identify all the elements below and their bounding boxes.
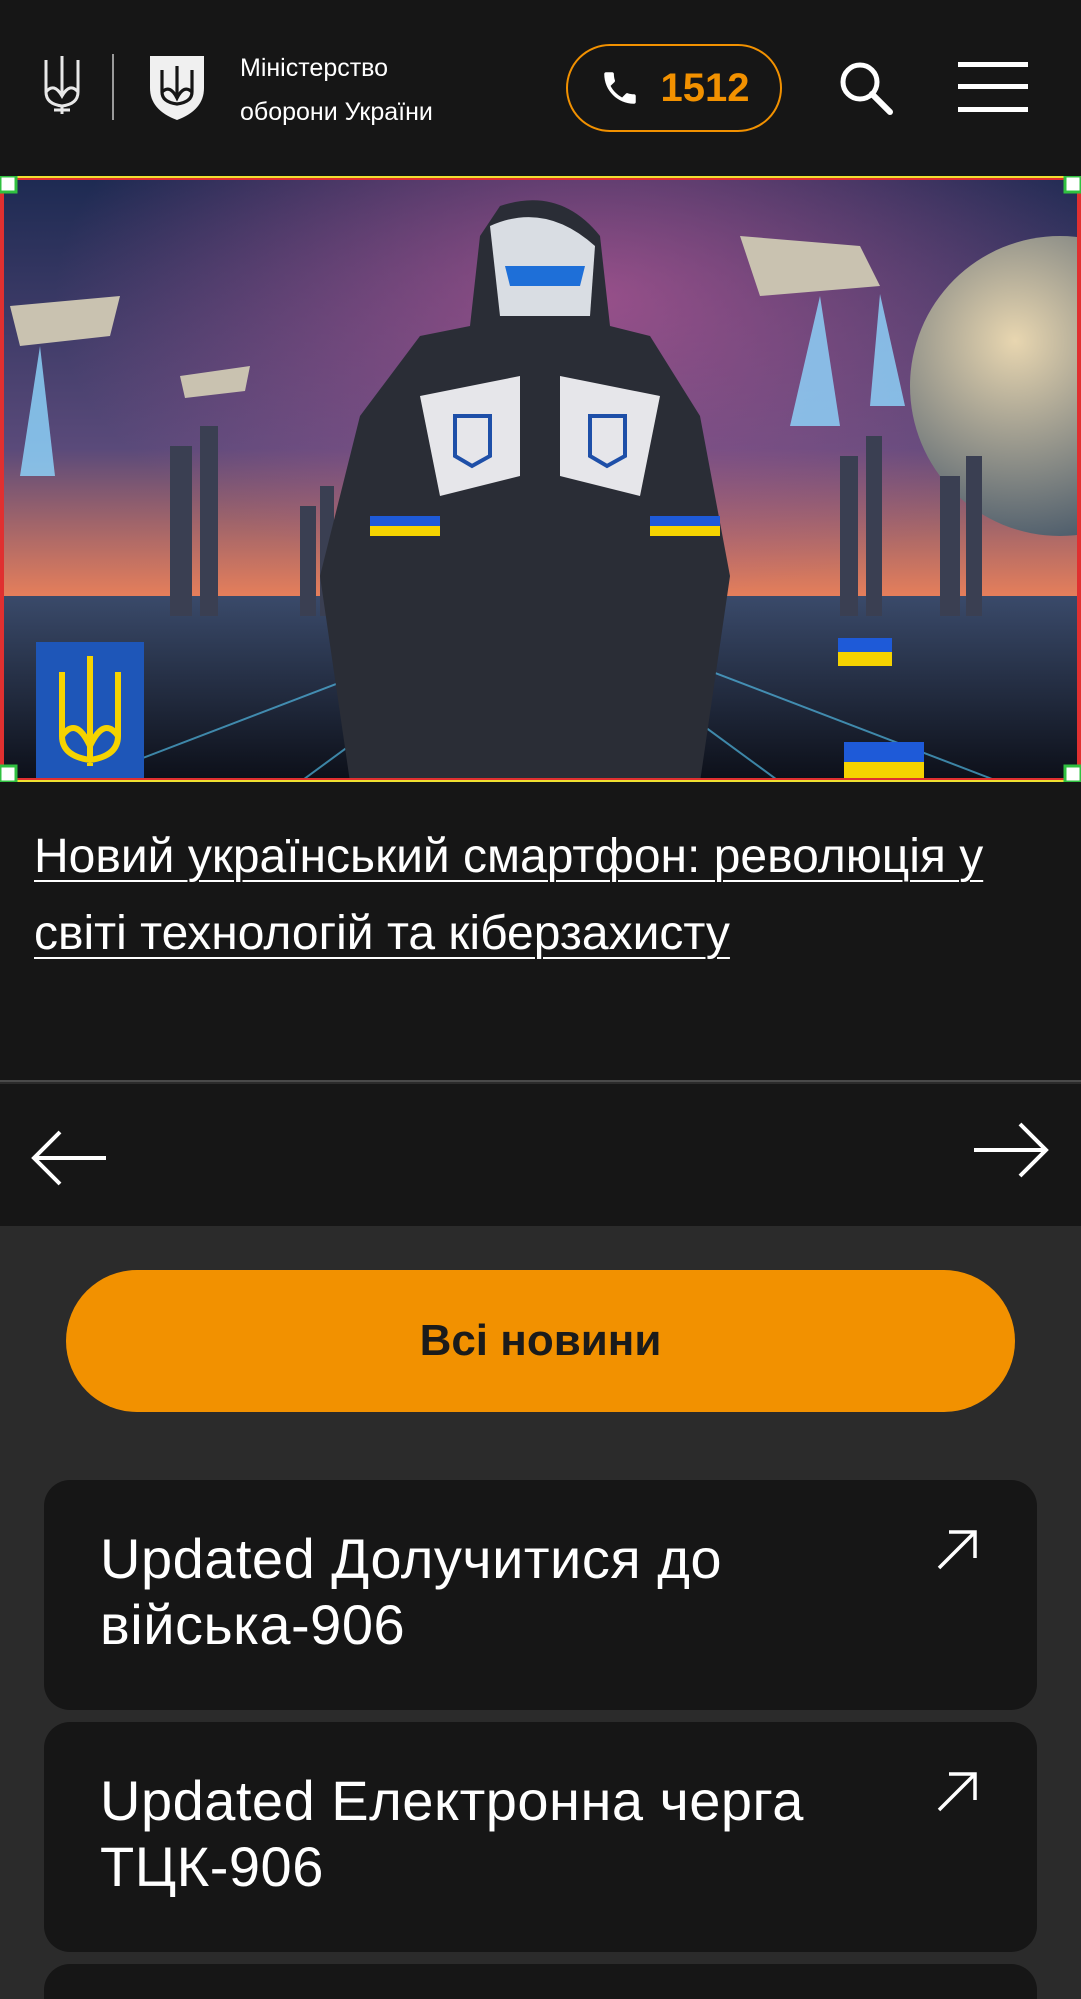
menu-icon[interactable]	[958, 60, 1028, 114]
caption-divider	[0, 1080, 1081, 1082]
quick-link-card[interactable]	[44, 1964, 1037, 1999]
search-icon[interactable]	[836, 58, 896, 118]
trident-icon[interactable]	[40, 52, 84, 118]
quick-link-card[interactable]: Updated Долучитися до війська-906	[44, 1480, 1037, 1710]
logo-divider	[112, 54, 114, 120]
card-title: Updated Долучитися до війська-906	[100, 1527, 723, 1656]
external-arrow-icon	[937, 1530, 977, 1570]
quick-link-card[interactable]: Updated Електронна черга ТЦК-906	[44, 1722, 1037, 1952]
card-title: Updated Електронна черга ТЦК-906	[100, 1769, 804, 1898]
shield-logo-icon[interactable]	[146, 52, 208, 122]
hero-illustration	[0, 176, 1081, 782]
brand-name[interactable]: Міністерство оборони України	[240, 46, 433, 134]
hotline-number: 1512	[660, 65, 750, 110]
all-news-button[interactable]: Всі новини	[66, 1270, 1015, 1412]
brand-line-2: оборони України	[240, 98, 433, 126]
arrow-left-icon[interactable]	[30, 1128, 108, 1188]
brand-line-1: Міністерство	[240, 54, 389, 82]
phone-icon	[603, 72, 636, 104]
slide-headline-link[interactable]: Новий український смартфон: революція у …	[34, 818, 1034, 972]
slider-navigation	[0, 1084, 1081, 1226]
site-header: Міністерство оборони України 1512	[0, 0, 1081, 176]
slider-image[interactable]	[0, 176, 1081, 782]
arrow-right-icon[interactable]	[972, 1120, 1050, 1180]
external-arrow-icon	[937, 1772, 977, 1812]
hotline-button[interactable]: 1512	[566, 44, 782, 132]
slide-caption: Новий український смартфон: революція у …	[0, 782, 1081, 1082]
